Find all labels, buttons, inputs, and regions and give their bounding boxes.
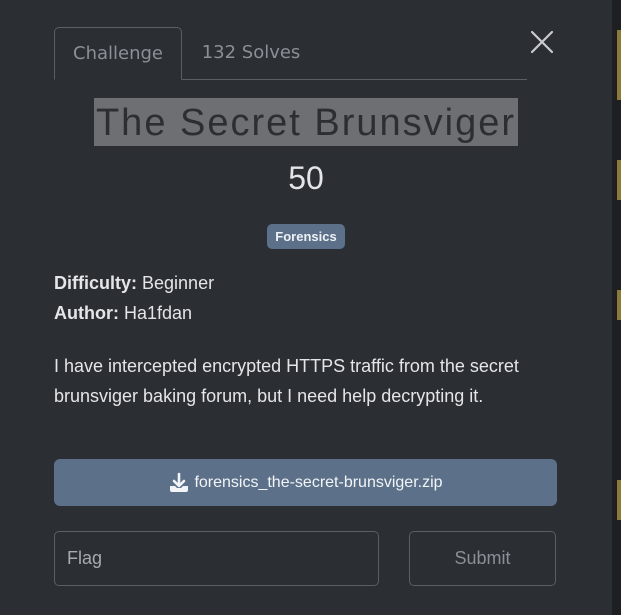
author-row: Author: Ha1fdan: [54, 303, 192, 324]
background-edge-accent: [617, 160, 621, 200]
author-value: Ha1fdan: [124, 303, 193, 323]
title-wrapper: The Secret Brunsviger: [0, 98, 612, 146]
background-edge-accent: [617, 480, 621, 520]
background-edge-accent: [617, 30, 621, 100]
author-label: Author:: [54, 303, 119, 323]
challenge-description: I have intercepted encrypted HTTPS traff…: [54, 356, 519, 406]
submit-button[interactable]: Submit: [409, 531, 556, 586]
close-icon: [530, 30, 554, 54]
tab-challenge-label: Challenge: [73, 43, 163, 64]
tab-solves-label: 132 Solves: [201, 42, 301, 63]
category-badge: Forensics: [267, 224, 345, 249]
tab-bar: Challenge 132 Solves: [54, 27, 527, 80]
tab-challenge[interactable]: Challenge: [54, 27, 182, 80]
difficulty-row: Difficulty: Beginner: [54, 273, 214, 294]
close-button[interactable]: [525, 25, 559, 59]
flag-input[interactable]: [54, 531, 379, 586]
tag-wrapper: Forensics: [0, 224, 612, 249]
difficulty-value: Beginner: [142, 273, 215, 293]
download-file-button[interactable]: forensics_the-secret-brunsviger.zip: [54, 459, 557, 506]
download-file-label: forensics_the-secret-brunsviger.zip: [194, 473, 443, 491]
background-edge-accent: [617, 290, 621, 320]
difficulty-label: Difficulty:: [54, 273, 137, 293]
tab-solves[interactable]: 132 Solves: [182, 27, 320, 79]
challenge-modal: Challenge 132 Solves The Secret Brunsvig…: [0, 0, 612, 615]
challenge-points: 50: [288, 160, 324, 196]
challenge-title: The Secret Brunsviger: [93, 98, 519, 146]
download-icon: [170, 472, 189, 492]
